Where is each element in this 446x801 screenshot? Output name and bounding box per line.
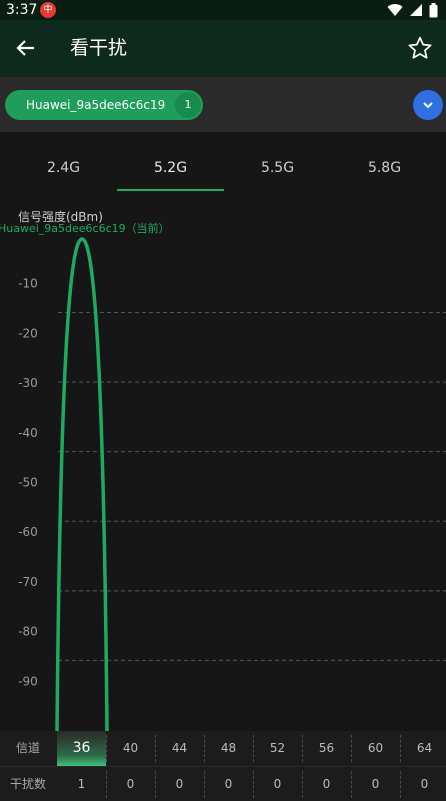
y-tick-label: -90: [18, 674, 38, 688]
tab-5-8g[interactable]: 5.8G: [331, 148, 438, 192]
cell-divider: [106, 735, 107, 762]
y-tick-label: -50: [18, 476, 38, 490]
tab-5-2g[interactable]: 5.2G: [117, 148, 224, 192]
interference-count-cell: 0: [175, 777, 184, 791]
channel-cell[interactable]: 40: [106, 731, 155, 766]
channel-row-label: 信道: [15, 741, 40, 755]
interference-count-cell: 0: [420, 777, 429, 791]
tab-5-5g[interactable]: 5.5G: [224, 148, 331, 192]
y-tick-label: -60: [18, 525, 38, 539]
chart-grid: [58, 312, 446, 661]
interference-count-cell: 0: [322, 777, 331, 791]
interference-count-cell: 0: [273, 777, 282, 791]
interference-count-cell: 0: [224, 777, 233, 791]
count-row-label: 干扰数: [9, 777, 46, 791]
signal-icon: [410, 4, 422, 16]
favorite-button[interactable]: [404, 32, 436, 64]
y-tick-label: -40: [18, 426, 38, 440]
cell-divider: [204, 735, 205, 762]
page-title: 看干扰: [70, 37, 128, 59]
channel-cell[interactable]: 48: [204, 731, 253, 766]
cell-divider: [351, 735, 352, 762]
cell-divider: [302, 771, 303, 798]
chevron-down-icon: [423, 102, 433, 109]
cell-divider: [400, 735, 401, 762]
channel-cell[interactable]: 64: [400, 731, 446, 766]
cell-divider: [400, 771, 401, 798]
interference-count-cell: 0: [126, 777, 135, 791]
wifi-icon: [387, 4, 403, 17]
ap-chip[interactable]: Huawei_9a5dee6c6c19 1: [5, 90, 203, 120]
ap-count-badge: 1: [175, 92, 201, 118]
interference-chart: 信号强度(dBm) -10-20-30-40-50-60-70-80-90 Hu…: [0, 209, 446, 732]
interference-count-row: 干扰数 1 0 0 0 0 0 0 0: [0, 766, 446, 801]
back-button[interactable]: [10, 32, 42, 64]
y-tick-label: -70: [18, 575, 38, 589]
band-tabs: 2.4G 5.2G 5.5G 5.8G: [0, 148, 446, 192]
cell-divider: [155, 771, 156, 798]
status-time: 3:37: [6, 2, 38, 18]
y-tick-label: -10: [18, 277, 38, 291]
channel-cell[interactable]: 60: [351, 731, 400, 766]
cell-divider: [204, 771, 205, 798]
channel-cell[interactable]: 52: [253, 731, 302, 766]
cell-divider: [302, 735, 303, 762]
expand-button[interactable]: [413, 90, 443, 120]
tab-indicator: [117, 189, 224, 191]
y-tick-label: -20: [18, 326, 38, 340]
cell-divider: [155, 735, 156, 762]
channel-cell[interactable]: 56: [302, 731, 351, 766]
channel-cell[interactable]: 36: [57, 731, 106, 766]
battery-icon: [429, 2, 438, 17]
tab-2-4g[interactable]: 2.4G: [10, 148, 117, 192]
arrow-left-icon: [16, 40, 34, 56]
app-bar: 看干扰: [0, 20, 446, 77]
y-tick-label: -80: [18, 625, 38, 639]
status-icons: [387, 2, 438, 18]
cell-divider: [253, 735, 254, 762]
series-label: Huawei_9a5dee6c6c19（当前）: [0, 221, 170, 235]
ap-name: Huawei_9a5dee6c6c19: [26, 98, 166, 112]
interference-count-cell: 0: [371, 777, 380, 791]
cell-divider: [253, 771, 254, 798]
star-icon: [408, 36, 432, 59]
channel-cell[interactable]: 44: [155, 731, 204, 766]
interference-count-cell: 1: [77, 777, 86, 791]
notification-icon: 中: [40, 2, 56, 18]
y-tick-label: -30: [18, 376, 38, 390]
cell-divider: [351, 771, 352, 798]
ap-selector: Huawei_9a5dee6c6c19 1: [0, 77, 446, 132]
y-ticks: -10 -20 -30 -40 -50 -60 -70 -80 -90: [18, 277, 38, 689]
status-bar: 3:37 中: [0, 0, 446, 20]
channel-row: 信道 36 40 44 48 52 56 60 64: [0, 731, 446, 766]
cell-divider: [106, 771, 107, 798]
